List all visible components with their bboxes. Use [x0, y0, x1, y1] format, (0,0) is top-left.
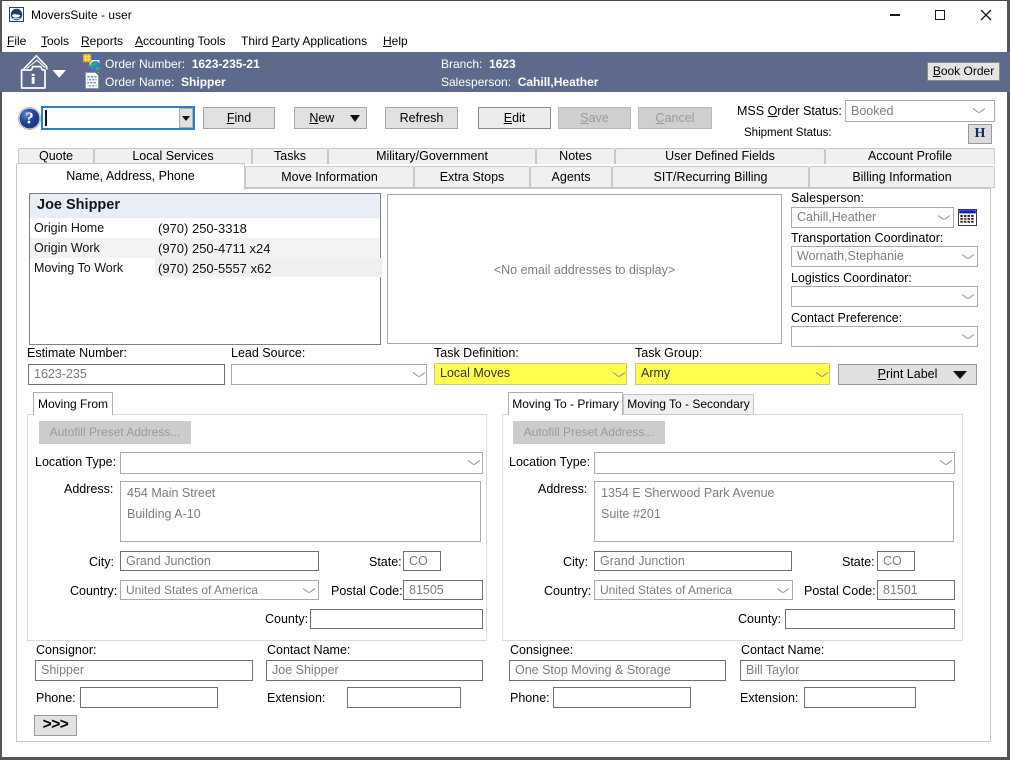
svg-text:?: ? [25, 109, 33, 128]
